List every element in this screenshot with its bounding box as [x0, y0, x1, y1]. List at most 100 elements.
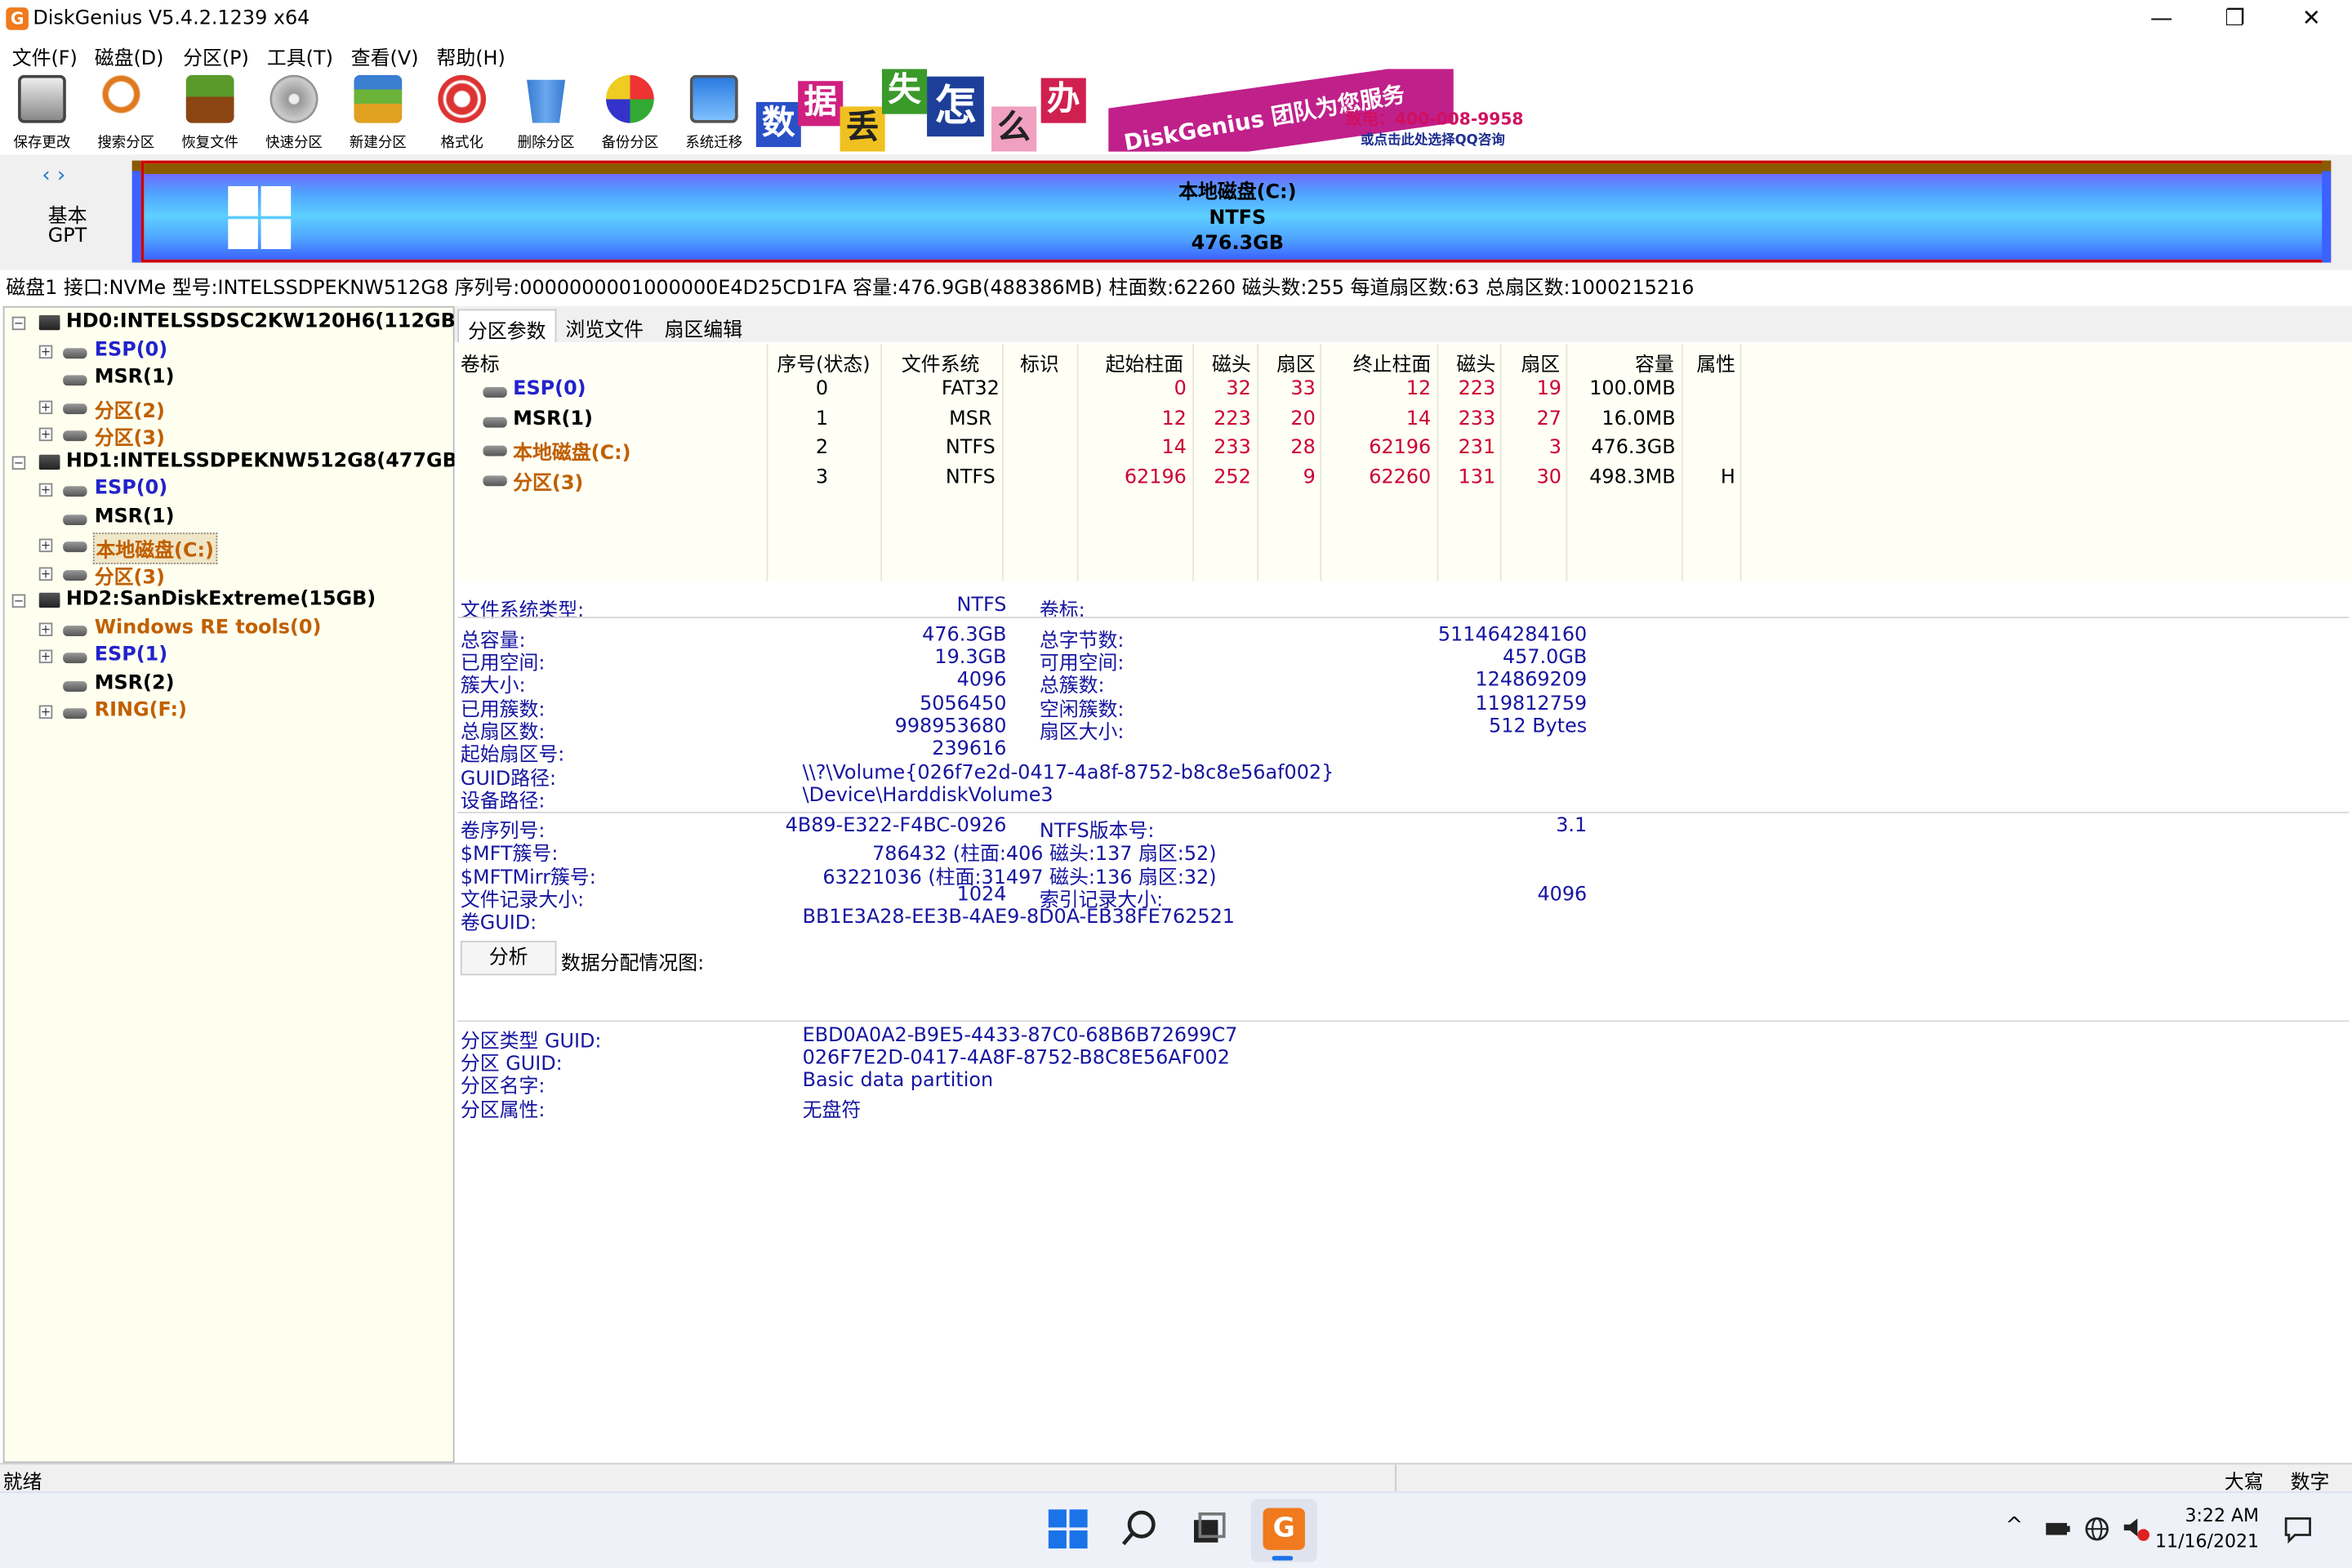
tree-expand-icon[interactable]: + — [38, 566, 53, 581]
tree-expand-icon[interactable]: + — [38, 705, 53, 719]
quick-partition-button[interactable]: 快速分区 — [253, 74, 334, 154]
partition-name-cell: ESP(0) — [513, 377, 586, 401]
disk-nav-arrows[interactable]: ‹ › — [42, 163, 65, 187]
table-cell-start-sec: 20 — [1290, 408, 1316, 430]
menu-file[interactable]: 文件(F) — [12, 42, 78, 71]
table-header[interactable]: 卷标 — [461, 348, 500, 377]
recover-files-button[interactable]: 恢复文件 — [170, 74, 251, 154]
windows-logo-icon — [228, 185, 292, 249]
maximize-button[interactable]: ❐ — [2200, 0, 2269, 39]
partition-icon — [63, 541, 87, 553]
tree-expand-icon[interactable]: + — [38, 538, 53, 553]
close-button[interactable]: ✕ — [2277, 0, 2345, 39]
sector-size-label: 扇区大小: — [1039, 721, 1125, 745]
hard-disk-icon — [38, 453, 60, 470]
partition-name-cell: MSR(1) — [513, 408, 593, 430]
disk-tree[interactable] — [2, 305, 455, 1463]
clock-time[interactable]: 3:22 AM — [2163, 1505, 2259, 1526]
menu-partition[interactable]: 分区(P) — [183, 42, 249, 71]
task-view-icon[interactable] — [1188, 1508, 1230, 1549]
fs-type-label: 文件系统类型: — [460, 599, 585, 623]
banner-char: 办 — [1040, 78, 1086, 123]
tab-sector-edit[interactable]: 扇区编辑 — [656, 309, 752, 342]
menu-tools[interactable]: 工具(T) — [267, 42, 333, 71]
tab-partition-params[interactable]: 分区参数 — [457, 309, 557, 344]
backup-partition-button[interactable]: 备份分区 — [590, 74, 670, 154]
total-sectors-value: 998953680 — [894, 715, 1007, 738]
cluster-value: 4096 — [956, 669, 1007, 692]
tab-browse-files[interactable]: 浏览文件 — [556, 309, 653, 342]
menu-view[interactable]: 查看(V) — [351, 42, 419, 71]
tree-expand-icon[interactable]: + — [38, 344, 53, 359]
table-header[interactable]: 起始柱面 — [1106, 348, 1184, 377]
used-value: 19.3GB — [934, 646, 1007, 670]
num-indicator: 数字 — [2290, 1472, 2330, 1494]
banner-char: 失 — [881, 69, 928, 114]
network-globe-icon[interactable] — [2083, 1516, 2110, 1543]
partition-name-value: Basic data partition — [802, 1069, 994, 1093]
table-header[interactable]: 终止柱面 — [1353, 348, 1432, 377]
partition-guid-value: 026F7E2D-0417-4A8F-8752-B8C8E56AF002 — [802, 1047, 1230, 1070]
table-cell-size: 100.0MB — [1589, 377, 1676, 401]
table-header[interactable]: 文件系统 — [902, 348, 980, 377]
tree-collapse-icon[interactable]: − — [11, 594, 26, 608]
table-header[interactable]: 扇区 — [1521, 348, 1560, 377]
analyze-button[interactable]: 分析 — [460, 940, 557, 976]
volume-muted-icon[interactable] — [2121, 1516, 2151, 1543]
battery-icon[interactable] — [2043, 1517, 2074, 1541]
partition-name-cell: 本地磁盘(C:) — [513, 443, 631, 466]
tree-expand-icon[interactable]: + — [38, 621, 53, 636]
menu-disk[interactable]: 磁盘(D) — [95, 42, 164, 71]
small-partition-segment[interactable] — [131, 160, 141, 263]
partition-icon — [63, 403, 87, 414]
tree-collapse-icon[interactable]: − — [11, 316, 26, 331]
partition-attr-label: 分区属性: — [460, 1099, 546, 1123]
save-changes-button[interactable]: 保存更改 — [2, 74, 82, 154]
partition-name-cell: 分区(3) — [513, 472, 584, 496]
free-value: 457.0GB — [1502, 646, 1588, 670]
disk-type: 基本 — [47, 205, 87, 229]
tree-expand-icon[interactable]: + — [38, 427, 53, 442]
table-header[interactable]: 标识 — [1020, 348, 1059, 377]
table-header[interactable]: 属性 — [1696, 348, 1735, 377]
table-header[interactable]: 磁头 — [1212, 348, 1251, 377]
table-cell-end-sec: 3 — [1548, 437, 1562, 460]
banner-char: 数 — [755, 101, 801, 148]
table-cell-fs: NTFS — [945, 437, 996, 460]
partition-icon — [483, 387, 507, 398]
tray-chevron-icon[interactable]: ^ — [2006, 1514, 2024, 1538]
menu-help[interactable]: 帮助(H) — [436, 42, 505, 71]
details-separator — [457, 811, 2350, 813]
tree-expand-icon[interactable]: + — [38, 483, 53, 497]
notification-icon[interactable] — [2283, 1514, 2313, 1544]
tree-partition-label: MSR(2) — [94, 671, 175, 694]
tree-expand-icon[interactable]: + — [38, 649, 53, 664]
format-button[interactable]: 格式化 — [421, 74, 502, 154]
tree-disk-label: HD2:SanDiskExtreme(15GB) — [65, 588, 376, 611]
search-partition-button[interactable]: 搜索分区 — [86, 74, 167, 154]
device-path-label: 设备路径: — [460, 791, 546, 813]
table-header[interactable]: 磁头 — [1456, 348, 1495, 377]
diskgenius-app-icon: G — [6, 7, 29, 30]
banner-char: 怎 — [927, 76, 984, 137]
recovery-partition-segment[interactable] — [2322, 160, 2332, 263]
tree-partition-label: 分区(2) — [94, 399, 165, 423]
minimize-button[interactable]: — — [2127, 0, 2195, 39]
table-header[interactable]: 序号(状态) — [777, 348, 870, 377]
table-header[interactable]: 容量 — [1635, 348, 1674, 377]
support-banner[interactable]: 数 据 丢 失 怎 么 办 DiskGenius 团队为您服务 致电：400-0… — [755, 69, 1529, 152]
system-migrate-button[interactable]: 系统迁移 — [674, 74, 755, 154]
tree-expand-icon[interactable]: + — [38, 399, 53, 414]
search-icon[interactable] — [1119, 1508, 1160, 1549]
start-icon[interactable] — [1047, 1508, 1089, 1549]
table-cell-size: 16.0MB — [1601, 408, 1676, 430]
clock-date[interactable]: 11/16/2021 — [2154, 1530, 2259, 1552]
table-header[interactable]: 扇区 — [1276, 348, 1316, 377]
search-icon — [101, 74, 150, 123]
volume-guid-value: BB1E3A28-EE3B-4AE9-8D0A-EB38FE762521 — [802, 906, 1236, 929]
new-partition-button[interactable]: 新建分区 — [337, 74, 418, 154]
table-cell-start-sec: 9 — [1303, 466, 1316, 490]
tree-collapse-icon[interactable]: − — [11, 455, 26, 470]
partition-type-guid-value: EBD0A0A2-B9E5-4433-87C0-68B6B72699C7 — [802, 1024, 1238, 1048]
delete-partition-button[interactable]: 删除分区 — [506, 75, 586, 154]
